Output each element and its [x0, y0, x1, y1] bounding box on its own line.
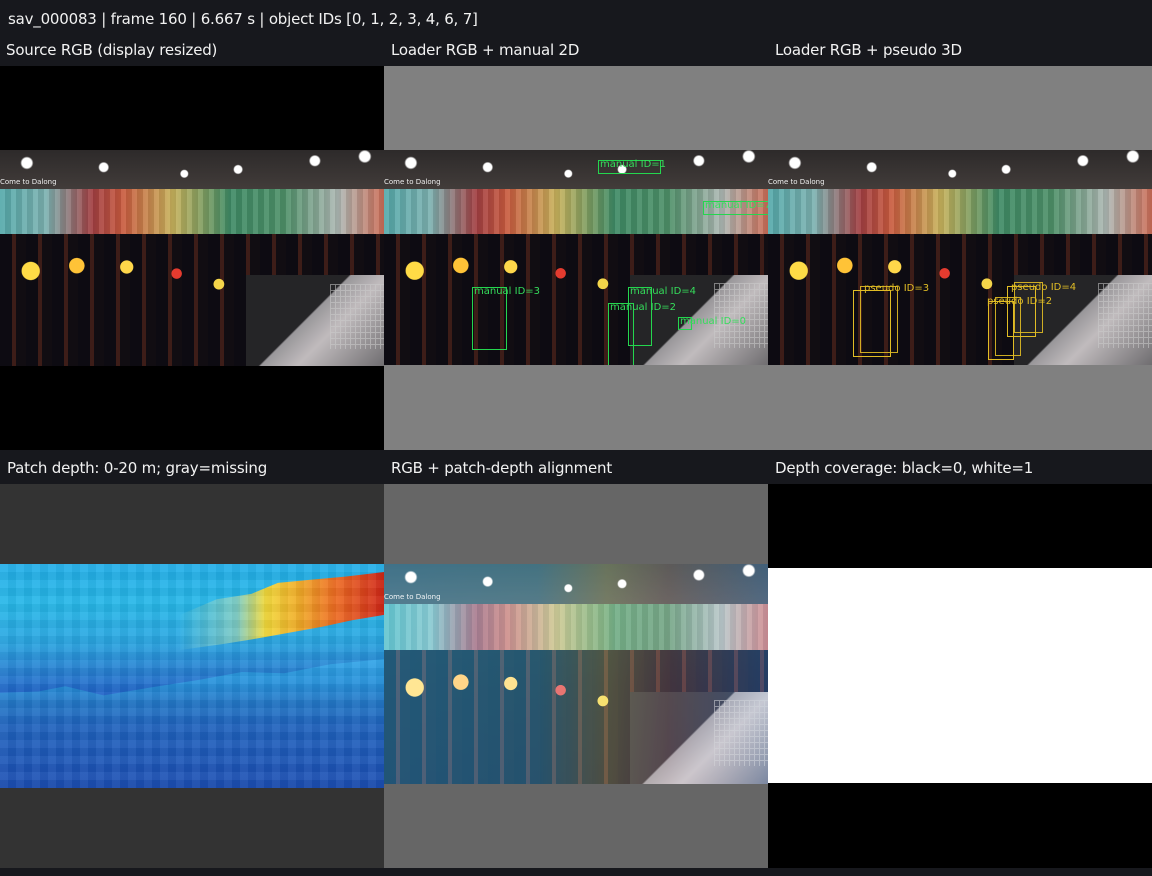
manual-box-label: manual ID=1 [600, 159, 667, 170]
depth-alignment-overlay [384, 564, 768, 784]
manual-box-label: manual ID=7 [705, 200, 768, 211]
alignment-panel: Come to Dalong [384, 484, 768, 868]
coverage-panel [768, 484, 1152, 868]
pseudo-box-id-3 [853, 286, 898, 357]
manual-box-id-2: manual ID=2 [608, 303, 676, 365]
store-sign-text: Come to Dalong [768, 177, 825, 186]
pseudo-3d-image: Come to Dalong pseudo ID=3 pseudo ID=4 p… [768, 150, 1152, 365]
patch-depth-panel [0, 484, 384, 868]
store-sign-text: Come to Dalong [384, 177, 441, 186]
manual-box-label: manual ID=4 [630, 286, 697, 297]
pseudo-3d-panel: Come to Dalong pseudo ID=3 pseudo ID=4 p… [768, 66, 1152, 450]
manual-box-id-3: manual ID=3 [472, 287, 540, 350]
coverage-title: Depth coverage: black=0, white=1 [775, 459, 1034, 477]
alignment-title: RGB + patch-depth alignment [391, 459, 613, 477]
manual-2d-title: Loader RGB + manual 2D [391, 41, 580, 59]
manual-2d-panel: Come to Dalong manual ID=1 manual ID=7 m… [384, 66, 768, 450]
manual-box-id-7: manual ID=7 [703, 201, 768, 215]
pseudo-3d-title: Loader RGB + pseudo 3D [775, 41, 962, 59]
patch-depth-map [0, 564, 384, 788]
alignment-image: Come to Dalong [384, 564, 768, 784]
manual-box-id-1: manual ID=1 [598, 160, 666, 174]
depth-coverage-mask [768, 568, 1152, 783]
pseudo-box-id-2 [988, 297, 1021, 360]
pseudo-box-label: pseudo ID=2 [987, 296, 1053, 307]
manual-2d-image: Come to Dalong manual ID=1 manual ID=7 m… [384, 150, 768, 365]
manual-box-id-0: manual ID=0 [678, 317, 746, 330]
source-rgb-title: Source RGB (display resized) [6, 41, 218, 59]
manual-box-label: manual ID=0 [680, 316, 747, 327]
source-rgb-image: Come to Dalong [0, 150, 384, 366]
patch-depth-title: Patch depth: 0-20 m; gray=missing [7, 459, 268, 477]
manual-box-label: manual ID=2 [610, 302, 677, 313]
pseudo-box-label: pseudo ID=3 [864, 283, 930, 294]
pseudo-box-label: pseudo ID=4 [1011, 282, 1077, 293]
frame-info-header: sav_000083 | frame 160 | 6.667 s | objec… [8, 10, 478, 28]
manual-box-label: manual ID=3 [474, 286, 541, 297]
store-sign-text: Come to Dalong [0, 178, 57, 187]
source-rgb-panel: Come to Dalong [0, 66, 384, 450]
